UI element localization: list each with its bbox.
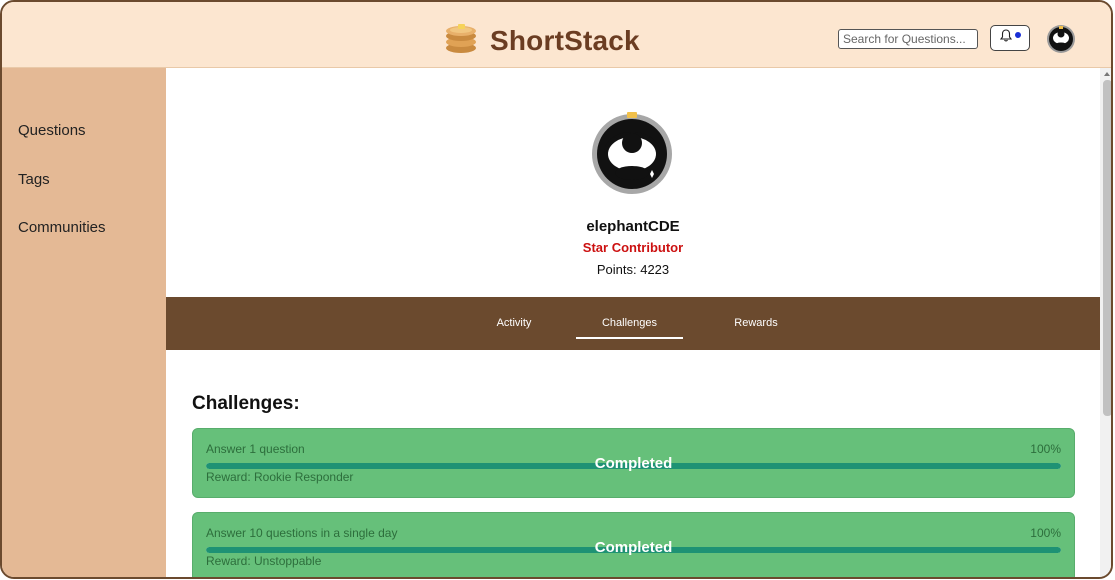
scroll-thumb[interactable]: [1103, 80, 1111, 416]
main-content: elephantCDE Star Contributor Points: 422…: [166, 68, 1100, 577]
search-input[interactable]: [838, 29, 978, 49]
profile-points: Points: 4223: [596, 262, 670, 277]
profile-avatar: [590, 110, 674, 194]
profile-tabs: Activity Challenges Rewards: [166, 297, 1100, 350]
brand-name: ShortStack: [490, 24, 640, 56]
sidebar-item-tags[interactable]: Tags: [18, 171, 50, 188]
user-avatar[interactable]: [1046, 24, 1076, 54]
sidebar-item-questions[interactable]: Questions: [18, 122, 86, 139]
challenges-heading: Challenges:: [192, 393, 300, 414]
notifications-button[interactable]: [990, 25, 1030, 51]
brand[interactable]: ShortStack: [444, 22, 640, 59]
notification-dot: [1014, 32, 1021, 38]
tab-challenges[interactable]: Challenges: [576, 317, 683, 339]
challenge-reward: Reward: Unstoppable: [206, 554, 322, 568]
challenge-card: Answer 1 question 100% Completed Reward:…: [192, 428, 1075, 498]
sidebar: Questions Tags Communities: [2, 68, 166, 577]
profile-rank: Star Contributor: [582, 240, 684, 255]
app-window: ShortStack Questions: [0, 0, 1113, 579]
tab-rewards[interactable]: Rewards: [729, 317, 783, 329]
challenge-percent: 100%: [1030, 442, 1061, 456]
challenge-status: Completed: [594, 539, 673, 556]
top-header: ShortStack: [2, 2, 1111, 68]
main-scrollbar[interactable]: [1100, 68, 1111, 577]
challenge-card: Answer 10 questions in a single day 100%…: [192, 512, 1075, 577]
tab-activity[interactable]: Activity: [489, 317, 539, 329]
pancake-logo-icon: [444, 22, 478, 59]
challenge-title: Answer 1 question: [206, 442, 305, 456]
bell-icon: [999, 29, 1012, 47]
challenge-title: Answer 10 questions in a single day: [206, 526, 398, 540]
sidebar-item-communities[interactable]: Communities: [18, 219, 106, 236]
profile-username: elephantCDE: [586, 218, 680, 235]
scroll-up-arrow-icon[interactable]: [1104, 72, 1110, 76]
challenge-reward: Reward: Rookie Responder: [206, 470, 354, 484]
challenge-percent: 100%: [1030, 526, 1061, 540]
